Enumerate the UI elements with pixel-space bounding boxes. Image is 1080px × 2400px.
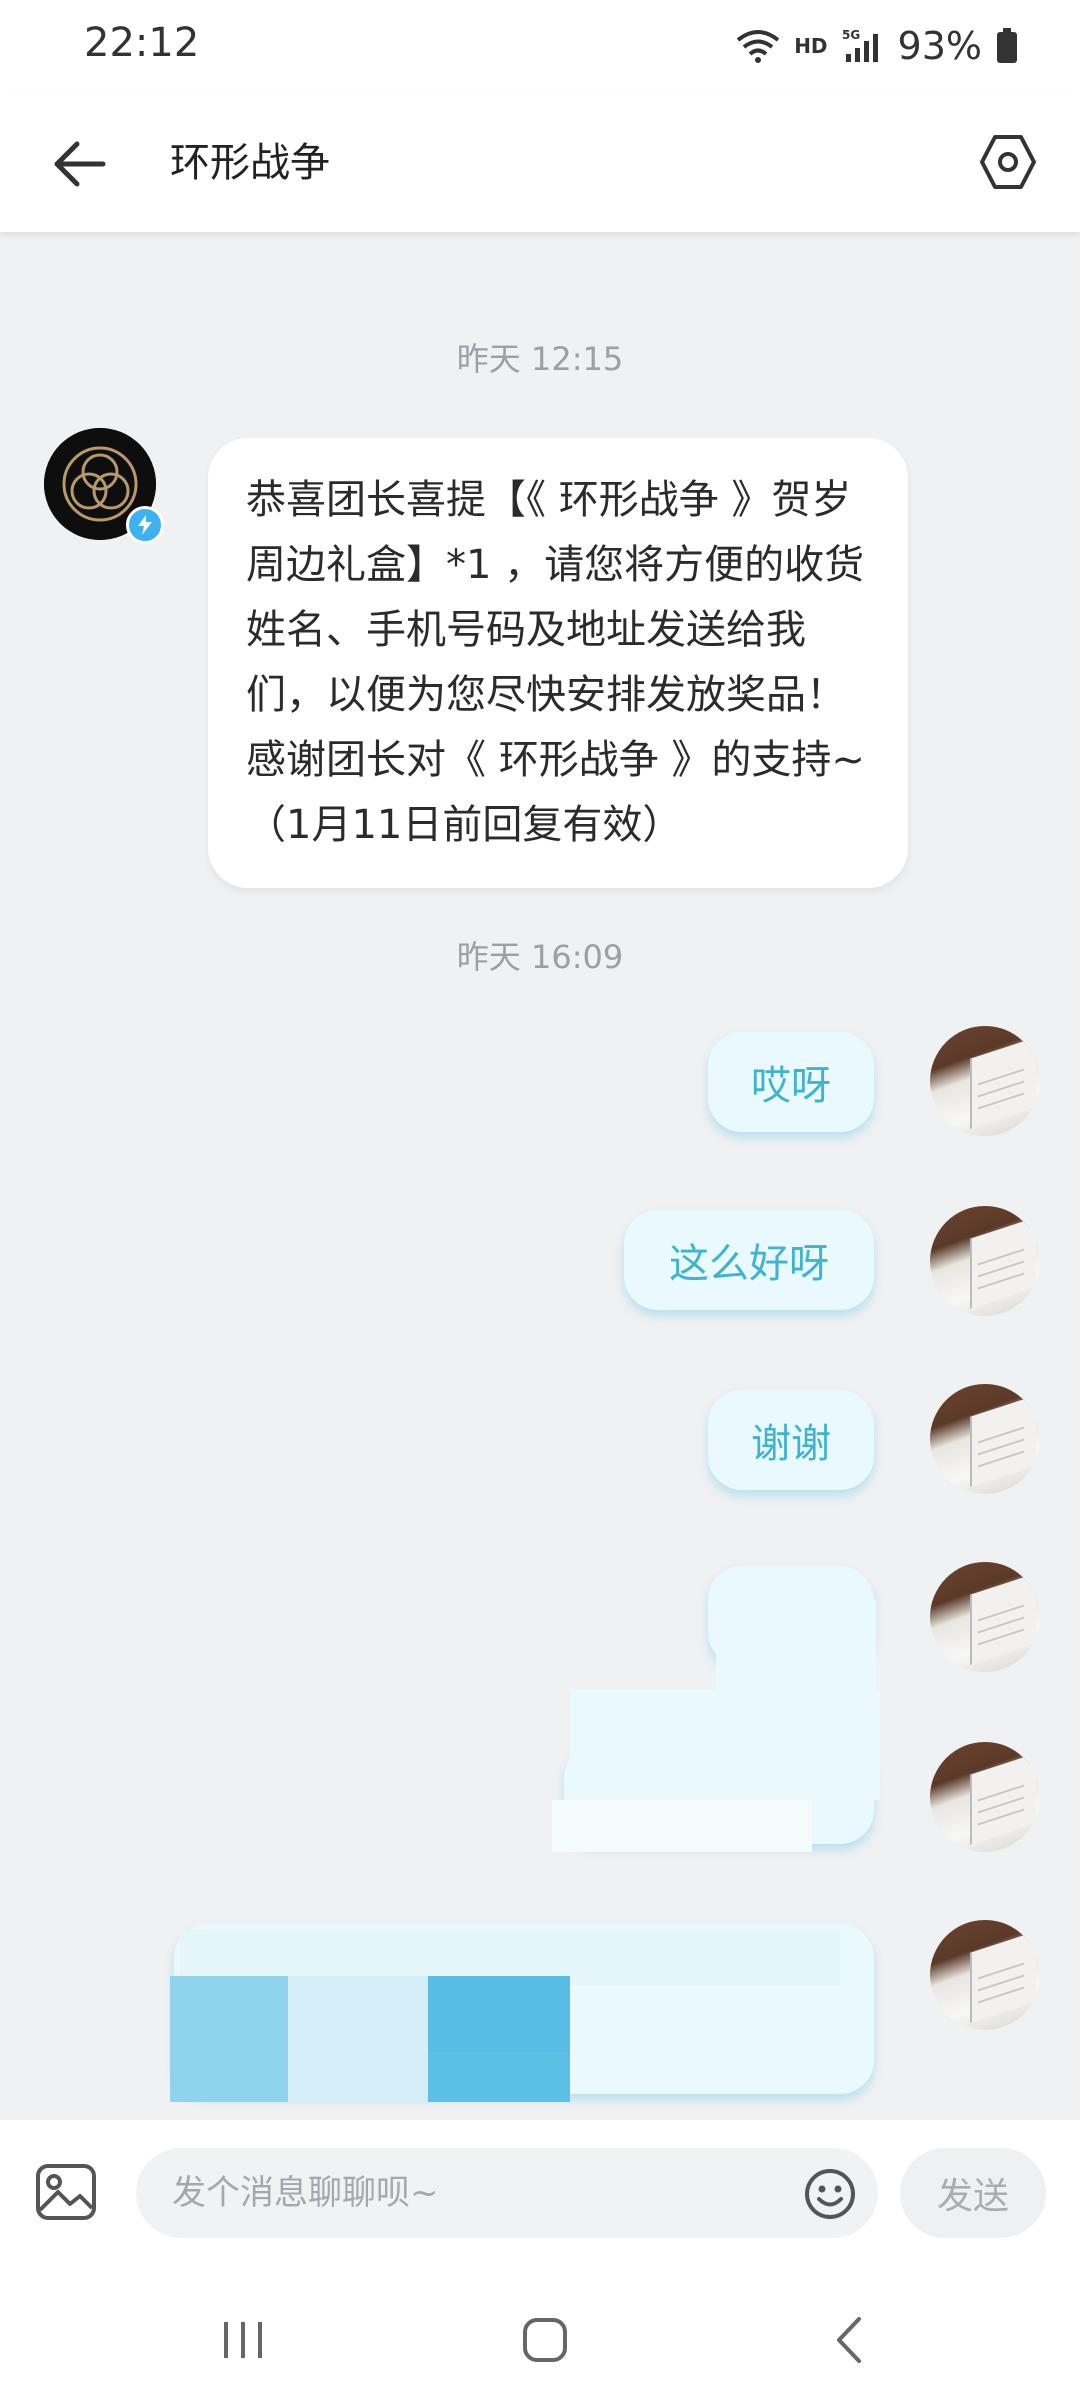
status-time: 22:12 (84, 20, 200, 66)
page-title: 环形战争 (170, 140, 330, 186)
smiley-icon (805, 2169, 855, 2219)
back-button[interactable] (40, 124, 120, 204)
message-timestamp: 昨天 12:15 (456, 340, 624, 378)
user-avatar[interactable] (930, 1206, 1040, 1316)
message-timestamp: 昨天 16:09 (456, 938, 624, 976)
image-icon (36, 2164, 96, 2220)
redaction-patch (552, 1800, 812, 1852)
recent-apps-button[interactable] (198, 2310, 288, 2370)
settings-button[interactable] (966, 120, 1050, 204)
svg-text:5G: 5G (842, 28, 860, 42)
user-avatar[interactable] (930, 1920, 1040, 2030)
emoji-button[interactable] (804, 2168, 856, 2220)
user-avatar[interactable] (930, 1384, 1040, 1494)
incoming-message-bubble[interactable]: 恭喜团长喜提【《 环形战争 》贺岁周边礼盒】*1 ，请您将方便的收货姓名、手机号… (208, 438, 908, 888)
image-button[interactable] (34, 2160, 98, 2224)
arrow-left-icon (54, 141, 106, 187)
redaction-patch (288, 1976, 428, 2102)
redaction-patch (716, 1600, 876, 1690)
user-avatar[interactable] (930, 1026, 1040, 1136)
user-avatar[interactable] (930, 1742, 1040, 1852)
lightning-icon (138, 515, 152, 535)
home-button[interactable] (500, 2310, 590, 2370)
signal-icon: 5G (842, 28, 878, 62)
outgoing-message-bubble[interactable]: 谢谢 (708, 1390, 874, 1490)
system-nav-bar (0, 2280, 1080, 2400)
hd-indicator: HD (794, 34, 828, 58)
battery-icon (997, 28, 1017, 63)
nav-back-icon (837, 2317, 861, 2363)
nav-back-button[interactable] (804, 2310, 894, 2370)
outgoing-message-bubble[interactable]: 哎呀 (708, 1032, 874, 1132)
redaction-patch (428, 2052, 570, 2102)
redaction-patch (428, 1976, 570, 2052)
outgoing-message-bubble[interactable]: 这么好呀 (624, 1210, 874, 1310)
redaction-patch (570, 1690, 880, 1800)
message-input[interactable] (136, 2148, 878, 2238)
battery-percent: 93% (897, 24, 982, 68)
home-icon (523, 2318, 567, 2362)
verified-badge (126, 506, 164, 544)
redaction-patch (170, 1976, 290, 2102)
user-avatar[interactable] (930, 1562, 1040, 1672)
status-bar: 22:12 HD 5G 93% (0, 0, 1080, 92)
send-button[interactable]: 发送 (900, 2148, 1046, 2238)
hexagon-settings-icon (980, 135, 1036, 189)
recent-apps-icon (224, 2322, 262, 2358)
message-input-bar: 发送 (0, 2120, 1080, 2280)
chat-header: 环形战争 (0, 92, 1080, 232)
status-icons: HD 5G 93% (736, 22, 1018, 70)
wifi-icon (736, 30, 780, 63)
official-account-avatar[interactable] (44, 428, 164, 544)
